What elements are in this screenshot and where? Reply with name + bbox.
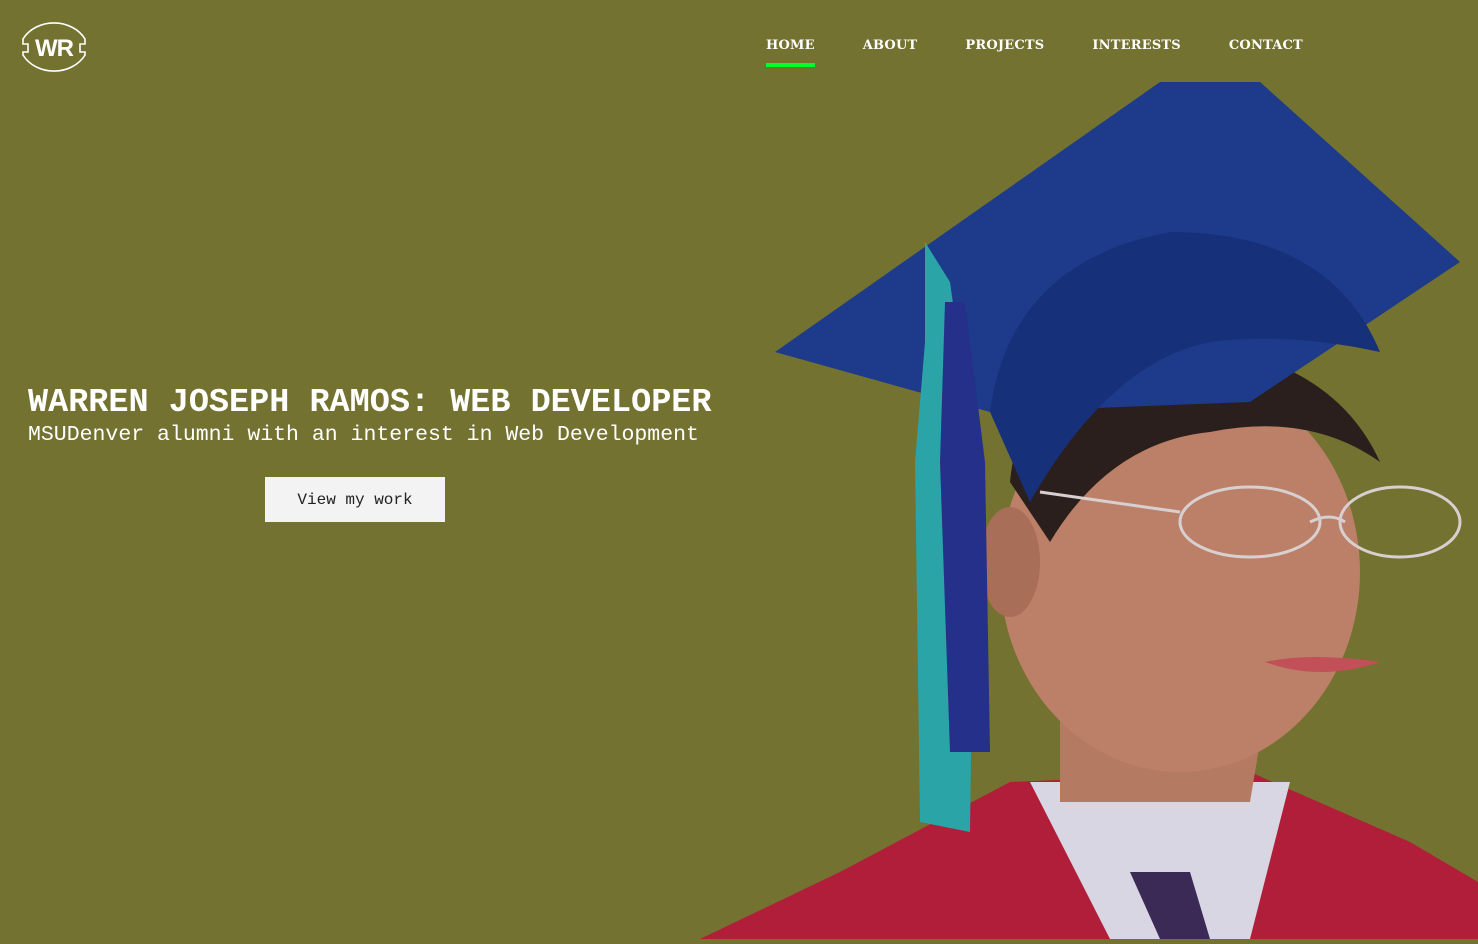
svg-text:WR: WR [35, 35, 74, 62]
nav-projects[interactable]: PROJECTS [965, 38, 1044, 67]
hero-title: WARREN JOSEPH RAMOS: WEB DEVELOPER [28, 384, 712, 422]
hero-subtitle: MSUDenver alumni with an interest in Web… [28, 423, 699, 447]
nav-contact[interactable]: CONTACT [1229, 38, 1303, 67]
main-nav: HOME ABOUT PROJECTS INTERESTS CONTACT [766, 38, 1351, 67]
nav-about[interactable]: ABOUT [863, 38, 918, 67]
nav-home[interactable]: HOME [766, 38, 815, 67]
view-my-work-button[interactable]: View my work [265, 477, 445, 522]
hero-portrait-image [690, 82, 1478, 939]
logo-icon: WR [22, 22, 86, 72]
hero-section: WARREN JOSEPH RAMOS: WEB DEVELOPER MSUDe… [28, 384, 712, 448]
logo[interactable]: WR [18, 15, 90, 79]
nav-interests[interactable]: INTERESTS [1092, 38, 1181, 67]
